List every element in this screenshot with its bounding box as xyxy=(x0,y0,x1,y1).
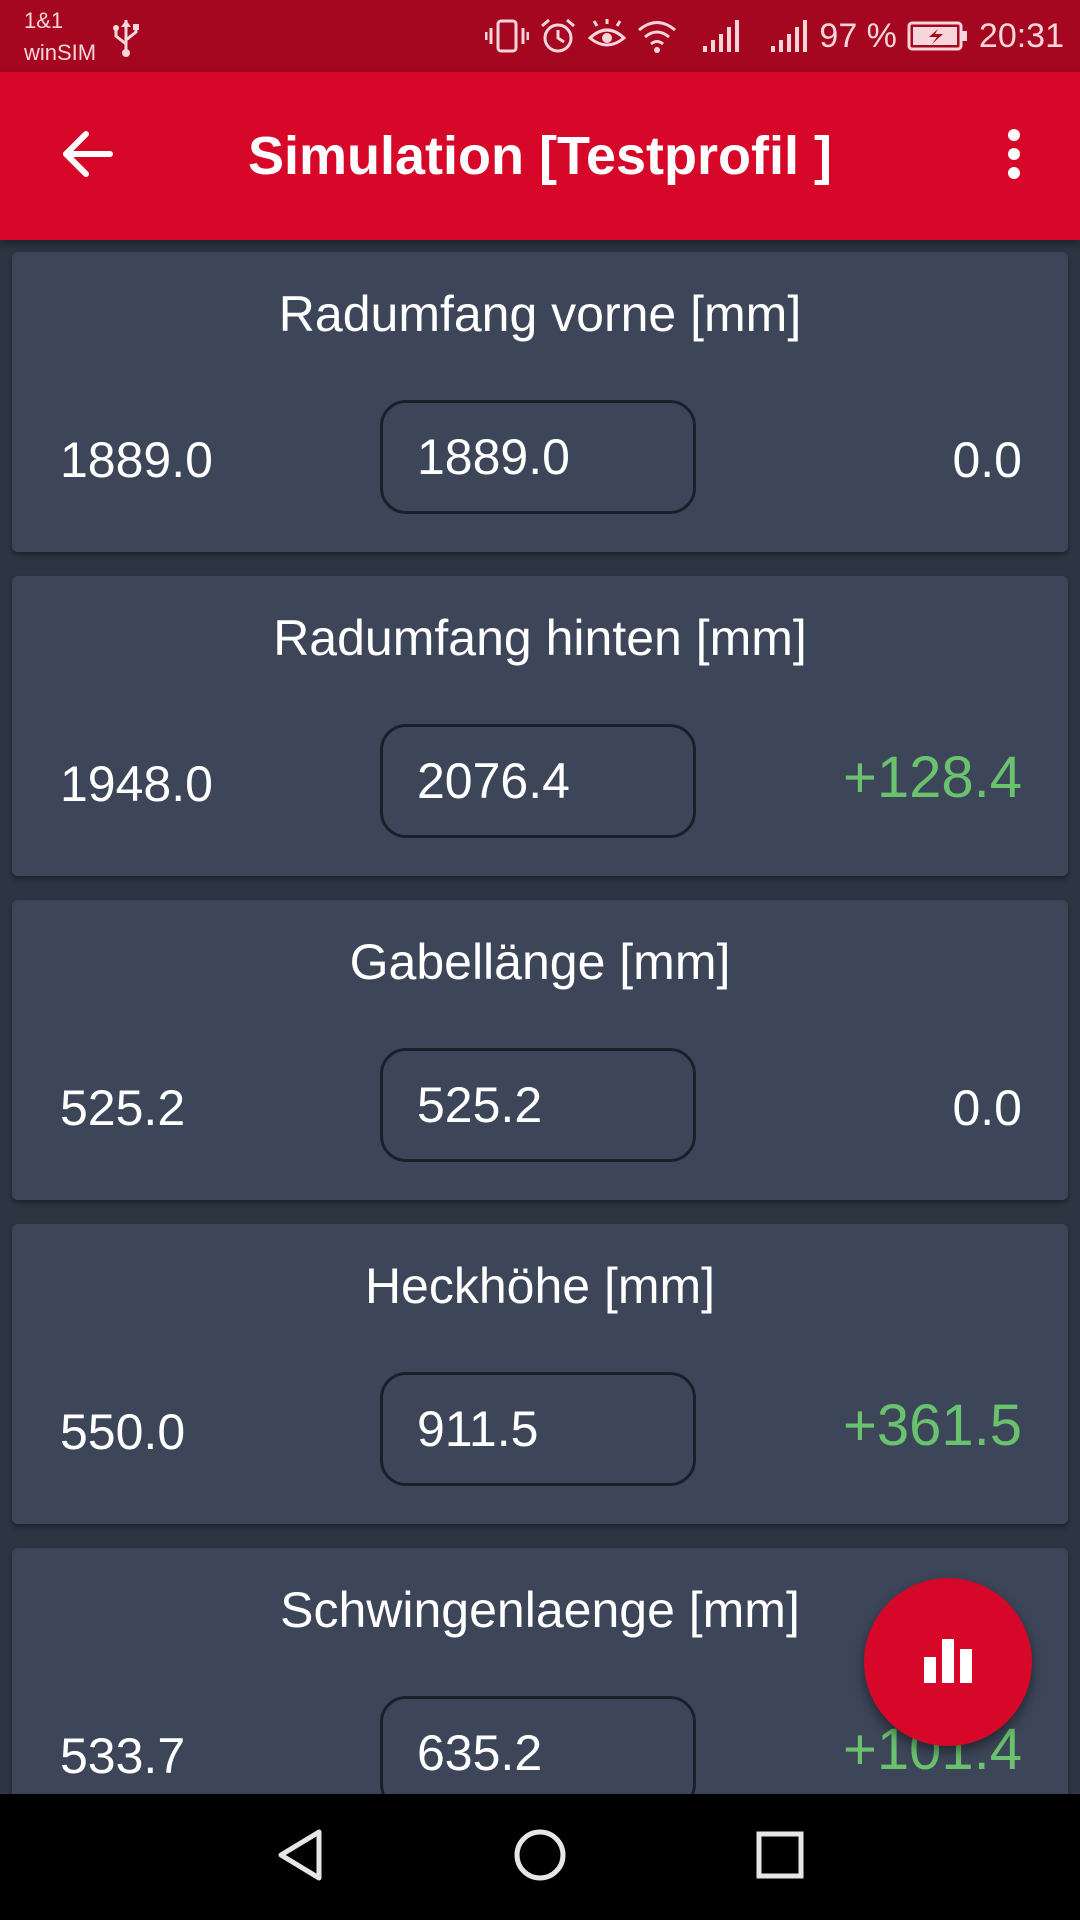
parameter-title: Radumfang hinten [mm] xyxy=(273,610,807,666)
battery-charging-icon xyxy=(907,19,969,53)
original-value: 550.0 xyxy=(60,1404,186,1460)
nav-recents-icon xyxy=(755,1830,805,1885)
parameter-card: Radumfang hinten [mm] 1948.0 +128.4 xyxy=(12,576,1068,876)
simulation-value-input[interactable] xyxy=(380,1048,696,1162)
carrier-subname: winSIM xyxy=(24,40,97,65)
back-button[interactable] xyxy=(40,108,136,204)
parameter-card: Heckhöhe [mm] 550.0 +361.5 xyxy=(12,1224,1068,1524)
more-vertical-icon xyxy=(1006,128,1022,185)
signal-icon xyxy=(769,18,809,54)
navigation-bar xyxy=(0,1794,1080,1920)
nav-back-button[interactable] xyxy=(260,1817,340,1897)
nav-home-icon xyxy=(513,1828,567,1887)
chart-fab-button[interactable] xyxy=(864,1578,1032,1746)
original-value: 525.2 xyxy=(60,1080,186,1136)
nav-back-icon xyxy=(275,1828,325,1887)
alarm-icon xyxy=(539,17,577,55)
nav-recents-button[interactable] xyxy=(740,1817,820,1897)
status-icons: 97 % 20:31 xyxy=(485,0,1064,72)
eye-comfort-icon xyxy=(587,18,627,54)
vibrate-icon xyxy=(485,18,530,54)
original-value: 1889.0 xyxy=(60,432,213,488)
difference-value: 0.0 xyxy=(952,1080,1022,1136)
overflow-menu-button[interactable] xyxy=(978,108,1050,204)
battery-percent: 97 % xyxy=(819,17,897,55)
simulation-value-input[interactable] xyxy=(380,400,696,514)
parameter-card: Radumfang vorne [mm] 1889.0 0.0 xyxy=(12,252,1068,552)
difference-value: +128.4 xyxy=(842,745,1022,810)
simulation-value-input[interactable] xyxy=(380,1372,696,1486)
difference-value: 0.0 xyxy=(952,432,1022,488)
original-value: 1948.0 xyxy=(60,756,213,812)
simulation-value-input[interactable] xyxy=(380,1696,696,1794)
parameter-card: Gabellänge [mm] 525.2 0.0 xyxy=(12,900,1068,1200)
original-value: 533.7 xyxy=(60,1728,186,1784)
parameter-title: Radumfang vorne [mm] xyxy=(278,286,802,342)
parameter-title: Gabellänge [mm] xyxy=(349,934,731,990)
status-bar: 1&1 winSIM 97 % 20:31 xyxy=(0,0,1080,72)
app-bar: Simulation [Testprofil ] xyxy=(0,72,1080,240)
parameter-title: Heckhöhe [mm] xyxy=(364,1258,716,1314)
carrier-name: 1&1 xyxy=(24,8,64,33)
parameter-list[interactable]: Radumfang vorne [mm] 1889.0 0.0 Radumfan… xyxy=(0,240,1080,1794)
screen: 1&1 winSIM 97 % 20:31 Simulation [Testpr… xyxy=(0,0,1080,1920)
arrow-back-icon xyxy=(62,130,114,183)
wifi-icon xyxy=(637,19,677,53)
simulation-value-input[interactable] xyxy=(380,724,696,838)
bar-chart-icon xyxy=(922,1637,974,1688)
usb-icon xyxy=(112,18,140,63)
page-title: Simulation [Testprofil ] xyxy=(248,126,832,186)
nav-home-button[interactable] xyxy=(500,1817,580,1897)
signal-icon xyxy=(701,18,741,54)
difference-value: +361.5 xyxy=(842,1393,1022,1458)
clock: 20:31 xyxy=(978,17,1064,55)
